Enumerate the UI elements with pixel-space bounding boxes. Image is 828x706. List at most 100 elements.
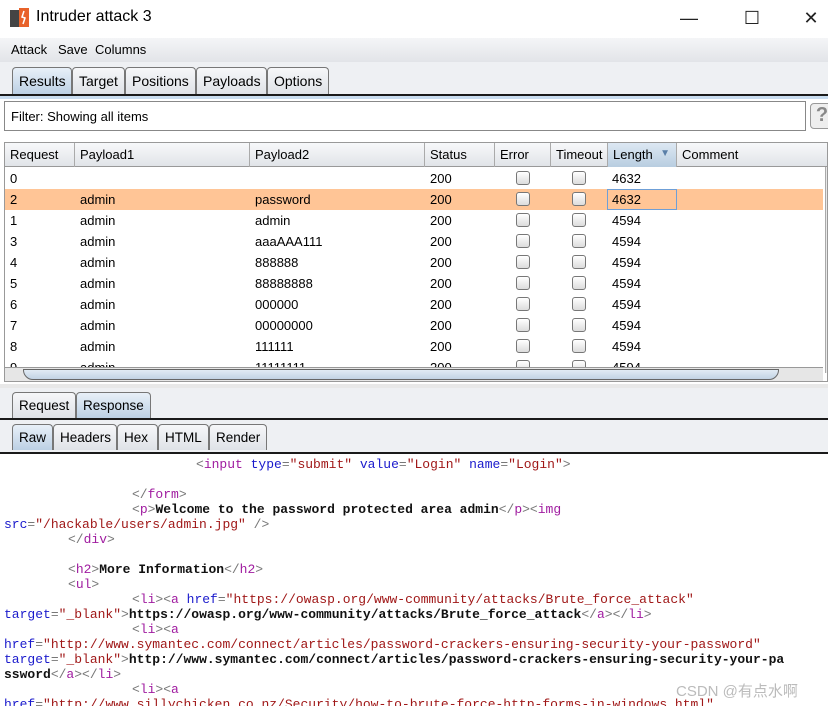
checkbox-timeout [572,318,586,332]
code-token: "submit" [289,457,360,472]
cell-request: 0 [10,171,18,186]
maximize-button[interactable]: ☐ [729,4,775,32]
menu-save[interactable]: Save [58,42,88,57]
watermark: CSDN @有点水啊 [676,683,798,700]
code-token: li [97,667,114,682]
cell-payload1: admin [80,276,116,291]
cell-request: 4 [10,255,18,270]
tab-payloads[interactable]: Payloads [196,67,267,94]
code-line: src="/hackable/users/admin.jpg" /> [4,517,269,532]
menu-columns[interactable]: Columns [95,42,146,57]
column-header-request[interactable]: Request [5,143,75,167]
tab-positions[interactable]: Positions [125,67,196,94]
table-row[interactable]: 3 admin aaaAAA111 200 4594 [5,231,823,252]
code-line: <input type="submit" value="Login" name=… [196,457,571,472]
tab-options[interactable]: Options [267,67,329,94]
code-token: ></ [74,667,98,682]
title-bar: Intruder attack 3 — ☐ ✕ [0,0,828,38]
tab-response[interactable]: Response [76,392,151,418]
code-line: href="http://www.symantec.com/connect/ar… [4,637,761,652]
tab-html[interactable]: HTML [158,424,209,450]
code-token: = [35,697,44,706]
code-line: <p>Welcome to the password protected are… [132,502,561,517]
code-token: > [107,532,115,547]
cell-request: 8 [10,339,18,354]
scrollbar-thumb[interactable] [23,369,779,380]
column-label: Timeout [556,147,603,162]
table-row[interactable]: 1 admin admin 200 4594 [5,210,823,231]
horizontal-scrollbar[interactable] [5,367,823,381]
code-token: = [35,637,44,652]
code-token: a [596,607,605,622]
checkbox-timeout [572,297,586,311]
table-row[interactable]: 0 200 4632 [5,168,823,189]
focused-cell [607,189,677,210]
tab-render[interactable]: Render [209,424,267,450]
column-header-payload2[interactable]: Payload2 [250,143,425,167]
code-token: href [186,592,218,607]
column-header-comment[interactable]: Comment [677,143,827,167]
code-token: < [68,562,76,577]
table-row[interactable]: 4 admin 888888 200 4594 [5,252,823,273]
code-token: div [83,532,108,547]
code-line: <h2>More Information</h2> [68,562,263,577]
checkbox-timeout [572,255,586,269]
checkbox-error [516,255,530,269]
code-token: /> [253,517,270,532]
cell-payload1: admin [80,255,116,270]
cell-payload2: 00000000 [255,318,313,333]
code-token: a [171,592,187,607]
code-token: = [50,652,59,667]
menu-attack[interactable]: Attack [11,42,47,57]
tab-target[interactable]: Target [72,67,125,94]
tab-results[interactable]: Results [12,67,72,94]
cell-payload2: aaaAAA111 [255,234,323,249]
tab-headers[interactable]: Headers [53,424,117,450]
table-row[interactable]: 7 admin 00000000 200 4594 [5,315,823,336]
column-header-error[interactable]: Error [495,143,551,167]
table-row[interactable]: 6 admin 000000 200 4594 [5,294,823,315]
code-token: form [147,487,179,502]
code-token: target [4,607,51,622]
code-token: < [68,577,76,592]
checkbox-error [516,213,530,227]
tab-hex[interactable]: Hex [117,424,158,450]
table-row[interactable]: 2 admin password 200 4632 [5,189,823,210]
code-line: <ul> [68,577,99,592]
cell-status: 200 [430,255,452,270]
table-row[interactable]: 5 admin 88888888 200 4594 [5,273,823,294]
code-line: </form> [132,487,187,502]
code-token: Welcome to the password protected area a… [155,502,499,517]
column-label: Error [500,147,529,162]
column-header-status[interactable]: Status [425,143,495,167]
code-token: src [4,517,28,532]
checkbox-error [516,276,530,290]
tab-request[interactable]: Request [12,392,76,418]
response-raw-view[interactable]: <input type="submit" value="Login" name=… [0,456,828,706]
cell-length: 4594 [612,339,641,354]
code-token: li [139,622,156,637]
code-token: value [359,457,399,472]
code-token: > [121,607,129,622]
help-button[interactable]: ? [810,103,828,129]
column-header-length[interactable]: Length ▼ [608,143,677,167]
code-token: type [250,457,282,472]
cell-payload1: admin [80,297,116,312]
code-line: href="http://www.sillychicken.co.nz/Secu… [4,697,714,706]
filter-bar[interactable]: Filter: Showing all items [4,101,806,131]
minimize-button[interactable]: — [666,4,712,32]
column-header-timeout[interactable]: Timeout [551,143,608,167]
close-button[interactable]: ✕ [788,4,828,32]
cell-payload2: 111111 [255,339,294,354]
code-token: </ [132,487,148,502]
column-label: Request [10,147,59,162]
checkbox-timeout [572,213,586,227]
tab-raw[interactable]: Raw [12,424,53,450]
table-row[interactable]: 8 admin 111111 200 4594 [5,336,823,357]
cell-status: 200 [430,318,452,333]
column-header-payload1[interactable]: Payload1 [75,143,250,167]
code-token: </ [50,667,67,682]
code-token: > [113,667,122,682]
code-token: name [469,457,501,472]
code-token: >< [155,682,172,697]
